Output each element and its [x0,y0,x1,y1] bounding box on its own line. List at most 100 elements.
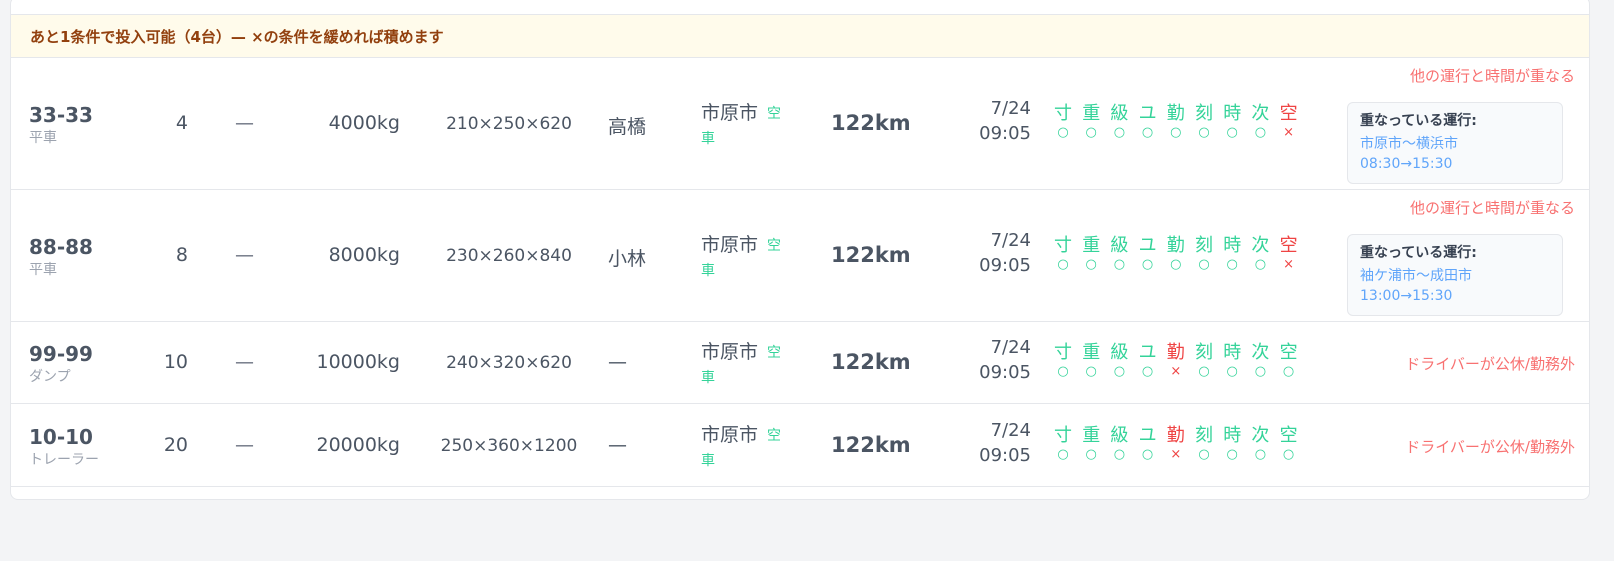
check-mark: ○ [1198,364,1210,379]
check-label: 勤 [1166,342,1185,363]
check-mark: ○ [1198,446,1210,462]
check-mark: ○ [1113,125,1126,140]
check-label: 時 [1223,103,1242,124]
check-mark: × [1283,125,1295,140]
overlapping-trip-route[interactable]: 市原市～横浜市 [1360,133,1550,153]
distance-value: 122km [831,432,911,457]
driver-name: 高橋 [608,116,647,138]
check-mark: ○ [1198,125,1210,140]
check-mark: ○ [1057,257,1069,272]
count-value: 10 [163,351,188,373]
check-label: 級 [1110,342,1129,363]
check-label: 次 [1251,342,1270,363]
check-label: 寸 [1054,235,1072,256]
check-mark: ○ [1282,446,1295,462]
check-label: ユ [1138,103,1157,124]
vehicle-type: トレーラー [29,451,99,468]
check-mark: ○ [1226,257,1238,272]
vehicle-status-cont: 車 [701,452,715,469]
check-label: 重 [1082,103,1101,124]
check-mark: ○ [1254,125,1267,140]
location-city: 市原市 [701,341,759,363]
candidate-panel: あと1条件で投入可能（4台）— ×の条件を緩めれば積めます 33-33 平車 4 — 4… [10,0,1590,500]
check-label: 寸 [1054,342,1072,363]
overlapping-trip-time: 08:30→15:30 [1360,156,1453,172]
check-label: 空 [1279,235,1298,256]
overlapping-trip-route[interactable]: 袖ケ浦市～成田市 [1360,265,1550,285]
empty-value: — [235,244,254,266]
unavailable-reason: ドライバーが公休/勤務外 [1405,437,1575,456]
check-label: 刻 [1195,103,1213,124]
table-row[interactable]: 33-33 平車 4—4000kg 210×250×620 高橋 市原市空車 122km 7/… [11,58,1589,190]
vehicle-status: 空 [767,106,781,122]
plate-number: 88-88 [29,235,93,259]
distance-value: 122km [831,111,911,135]
driver-name: — [608,433,627,456]
available-time: 09:05 [979,444,1031,466]
check-label: ユ [1138,235,1157,256]
check-mark: ○ [1226,125,1238,140]
check-label: 重 [1082,424,1101,446]
check-mark: ○ [1085,125,1097,140]
check-label: 重 [1082,342,1101,363]
count-value: 8 [175,244,188,266]
check-mark: ○ [1085,257,1097,272]
table-row[interactable]: 99-99 ダンプ 10—10000kg 240×320×620— 市原市空車 122km… [11,322,1589,404]
empty-value: — [235,351,254,373]
vehicle-status-cont: 車 [701,263,715,279]
overlapping-trip-time: 13:00→15:30 [1360,288,1453,304]
vehicle-status-cont: 車 [701,370,715,386]
check-mark: ○ [1057,125,1069,140]
location-city: 市原市 [701,102,759,124]
check-label: 時 [1223,424,1242,446]
plate-number: 10-10 [29,424,93,449]
check-mark: ○ [1226,364,1238,379]
driver-name: — [608,351,627,373]
status-banner: あと1条件で投入可能（4台）— ×の条件を緩めれば積めます [11,14,1589,58]
check-label: 勤 [1166,103,1185,124]
vehicle-status-cont: 車 [701,131,715,147]
check-label: 空 [1279,342,1298,363]
count-value: 20 [163,433,188,456]
conflict-reason: 他の運行と時間が重なる [1409,199,1575,217]
table-row[interactable]: 10-10 トレーラー 20—20000kg 250×360×1200— 市原市空車 12… [11,404,1589,487]
available-date: 7/24 [990,419,1031,441]
plate-number: 33-33 [29,103,93,127]
driver-name: 小林 [608,248,647,270]
check-label: 空 [1279,424,1298,446]
vehicle-type: 平車 [29,262,57,278]
vehicle-status: 空 [767,238,781,254]
check-label: 空 [1279,103,1298,124]
distance-value: 122km [831,350,911,374]
available-date: 7/24 [990,98,1031,119]
unavailable-reason: ドライバーが公休/勤務外 [1405,355,1575,373]
location-city: 市原市 [701,234,759,256]
empty-value: — [235,433,254,456]
available-time: 09:05 [979,362,1031,383]
check-label: 次 [1251,103,1270,124]
vehicle-status: 空 [767,345,781,361]
check-label: 級 [1110,424,1129,446]
overlapping-trip-heading: 重なっている運行: [1360,113,1477,129]
weight-value: 20000kg [316,433,400,456]
overlapping-trip-box: 重なっている運行: 市原市～横浜市 08:30→15:30 [1347,102,1563,184]
check-mark: × [1170,364,1182,379]
check-label: 時 [1223,235,1242,256]
check-label: 寸 [1054,424,1072,446]
empty-value: — [235,112,254,134]
check-mark: ○ [1113,257,1126,272]
check-mark: ○ [1170,257,1182,272]
check-mark: ○ [1141,446,1154,462]
weight-value: 10000kg [316,351,400,373]
check-label: 寸 [1054,103,1072,124]
check-label: 勤 [1166,235,1185,256]
dimensions-value: 210×250×620 [446,114,572,134]
plate-number: 99-99 [29,342,93,366]
check-mark: × [1170,446,1182,462]
table-row[interactable]: 88-88 平車 8—8000kg 230×260×840 小林 市原市空車 122km 7/… [11,190,1589,322]
check-mark: ○ [1057,364,1069,379]
check-label: 刻 [1195,235,1213,256]
overlapping-trip-heading: 重なっている運行: [1360,245,1477,261]
check-mark: ○ [1085,446,1097,462]
check-mark: ○ [1198,257,1210,272]
